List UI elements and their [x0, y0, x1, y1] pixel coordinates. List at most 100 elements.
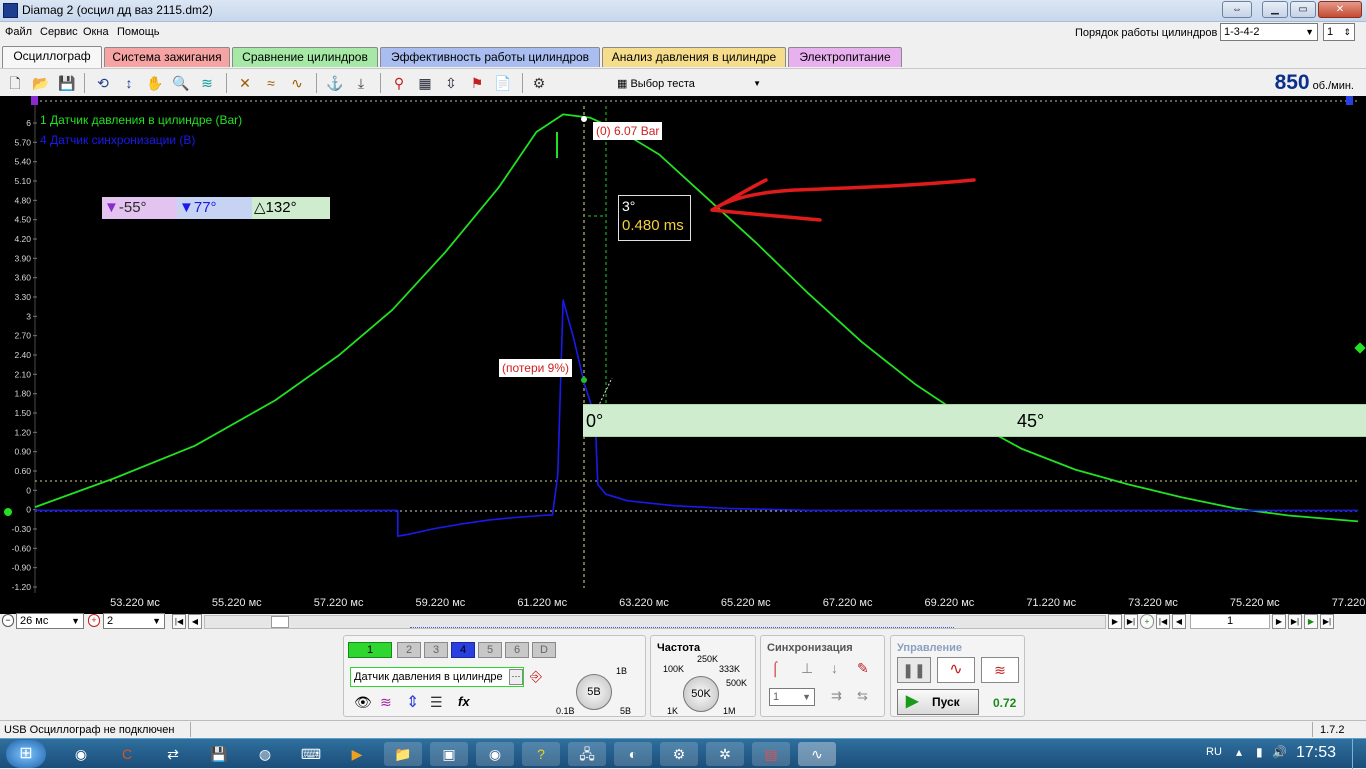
timebase-select[interactable]: 26 мс ▼	[16, 613, 84, 629]
maximize-button[interactable]: ▭	[1290, 1, 1316, 18]
rising-edge-icon[interactable]: ⌠	[771, 660, 779, 676]
menu-help[interactable]: Помощь	[117, 26, 160, 38]
zero-level-icon[interactable]: ⤓	[350, 72, 372, 94]
sync-down-icon[interactable]: ↓	[831, 660, 838, 676]
channel-2-button[interactable]: 2	[397, 642, 421, 658]
test-select[interactable]: ▦ Выбор теста ▼	[612, 73, 768, 93]
close-button[interactable]: ✕	[1318, 1, 1362, 18]
report-icon[interactable]: 📄	[492, 72, 514, 94]
start-button[interactable]: ▶ Пуск	[897, 689, 979, 715]
pause-button[interactable]: ❚❚	[897, 657, 931, 683]
waveform-compare-icon[interactable]: ≈	[260, 72, 282, 94]
sensor-select[interactable]: Датчик давления в цилиндре	[350, 667, 524, 687]
taskbar-chrome-window-icon[interactable]: ◉	[476, 742, 514, 766]
page-next-button[interactable]: ▶	[1272, 614, 1286, 629]
scroll-next-button[interactable]: ▶	[1108, 614, 1122, 629]
probe-icon[interactable]: ⎆	[530, 668, 542, 685]
menu-file[interactable]: Файл	[5, 26, 32, 38]
hand-icon[interactable]: ✋	[144, 72, 166, 94]
tab-pressure-analysis[interactable]: Анализ давления в цилиндре	[602, 47, 786, 67]
scroll-prev-button[interactable]: ◀	[188, 614, 202, 629]
taskbar-audio-icon[interactable]: ◐	[614, 742, 652, 766]
magnifier-icon[interactable]: 🔍	[170, 72, 192, 94]
filter-icon[interactable]: ⚲	[388, 72, 410, 94]
channel-3-button[interactable]: 3	[424, 642, 448, 658]
auto-trigger-icon[interactable]: ⚓	[324, 72, 346, 94]
taskbar-chrome-icon[interactable]: ◉	[62, 742, 100, 766]
open-folder-icon[interactable]: 📂	[30, 72, 52, 94]
scroll-last-button[interactable]: ▶|	[1124, 614, 1138, 629]
channel-5-button[interactable]: 5	[478, 642, 502, 658]
end-button[interactable]: ▶|	[1320, 614, 1334, 629]
taskbar-diamag-icon[interactable]: ∿	[798, 742, 836, 766]
waveform-icon[interactable]: ≋	[380, 694, 392, 711]
stack-icon[interactable]: ≋	[196, 72, 218, 94]
falling-edge-icon[interactable]: ⊥	[801, 660, 813, 677]
show-desktop-button[interactable]	[1352, 739, 1366, 769]
auto-settings-icon[interactable]: ⚙	[528, 72, 550, 94]
frequency-knob[interactable]: 50K	[683, 676, 719, 712]
tab-ignition[interactable]: Система зажигания	[104, 47, 230, 67]
page-last-button[interactable]: ▶|	[1288, 614, 1302, 629]
zoom-select[interactable]: 2 ▼	[103, 613, 165, 629]
menu-windows[interactable]: Окна	[83, 26, 109, 38]
cylinder-select[interactable]: 1 ⇕	[1323, 23, 1355, 41]
volume-icon[interactable]: 🔊	[1272, 745, 1287, 759]
waveform-overlay-icon[interactable]: ✕	[234, 72, 256, 94]
taskbar-teamviewer-icon[interactable]: ⇄	[154, 742, 192, 766]
channel-d-button[interactable]: D	[532, 642, 556, 658]
channel-6-button[interactable]: 6	[505, 642, 529, 658]
function-icon[interactable]: fx	[458, 694, 470, 709]
play-button[interactable]: ▶	[1304, 614, 1318, 629]
taskbar-ccleaner-icon[interactable]: C	[108, 742, 146, 766]
vertical-arrows-icon[interactable]: ⇕	[406, 692, 419, 712]
sync-auto-icon[interactable]: ✎	[857, 660, 869, 677]
tab-oscilloscope[interactable]: Осциллограф	[2, 46, 102, 68]
volt-knob[interactable]: 5В	[576, 674, 612, 710]
page-first-button[interactable]: |◀	[1156, 614, 1170, 629]
language-indicator[interactable]: RU	[1206, 746, 1222, 758]
taskbar-explorer-icon[interactable]: 📁	[384, 742, 422, 766]
time-scrollbar-thumb[interactable]	[271, 616, 289, 628]
save-icon[interactable]: 💾	[56, 72, 78, 94]
taskbar-media-icon[interactable]: ▶	[338, 742, 376, 766]
multi-wave-button[interactable]: ≋	[981, 657, 1019, 683]
swap-window-icon[interactable]: ⇔	[1222, 1, 1252, 18]
scroll-first-button[interactable]: |◀	[172, 614, 186, 629]
cursor-icon[interactable]: ⟲	[92, 72, 114, 94]
taskbar-save-icon[interactable]: 💾	[200, 742, 238, 766]
marker-flag-icon[interactable]: ⚑	[466, 72, 488, 94]
tab-power-supply[interactable]: Электропитание	[788, 47, 902, 67]
taskbar-tree-icon[interactable]: ✲	[706, 742, 744, 766]
page-number[interactable]: 1	[1190, 614, 1270, 629]
taskbar-archive-icon[interactable]: ▤	[752, 742, 790, 766]
sync-level-icon[interactable]: ⇉	[831, 688, 842, 704]
clock[interactable]: 17:53	[1296, 744, 1336, 762]
eye-icon[interactable]: 👁	[354, 694, 372, 711]
tab-cylinder-compare[interactable]: Сравнение цилиндров	[232, 47, 378, 67]
losses-marker[interactable]	[581, 377, 587, 383]
add-page-icon[interactable]: +	[1140, 614, 1154, 629]
new-file-icon[interactable]: 🗋	[4, 72, 26, 94]
grid-icon[interactable]: ▦	[414, 72, 436, 94]
taskbar-keyboard-icon[interactable]: ⌨	[292, 742, 330, 766]
tray-arrow-icon[interactable]: ▴	[1236, 745, 1242, 759]
taskbar-app-icon[interactable]: ▣	[430, 742, 468, 766]
taskbar-help-icon[interactable]: ?	[522, 742, 560, 766]
waveform-split-icon[interactable]: ∿	[286, 72, 308, 94]
menu-service[interactable]: Сервис	[40, 26, 78, 38]
channel-4-button[interactable]: 4	[451, 642, 475, 658]
level-marker-left[interactable]	[4, 508, 12, 516]
start-menu-icon[interactable]: ⊞	[6, 740, 46, 768]
zoom-out-icon[interactable]: −	[2, 614, 14, 627]
taskbar-globe-icon[interactable]: ◍	[246, 742, 284, 766]
taskbar-network-icon[interactable]: 🖧	[568, 742, 606, 766]
page-prev-button[interactable]: ◀	[1172, 614, 1186, 629]
lines-icon[interactable]: ☰	[430, 694, 443, 711]
single-wave-button[interactable]: ∿	[937, 657, 975, 683]
sync-shift-icon[interactable]: ⇆	[857, 688, 868, 704]
signal-icon[interactable]: ▮	[1256, 745, 1263, 759]
channel-1-button[interactable]: 1	[348, 642, 392, 658]
firing-order-select[interactable]: 1-3-4-2 ▼	[1220, 23, 1318, 41]
sensor-more-button[interactable]: ···	[509, 669, 523, 685]
